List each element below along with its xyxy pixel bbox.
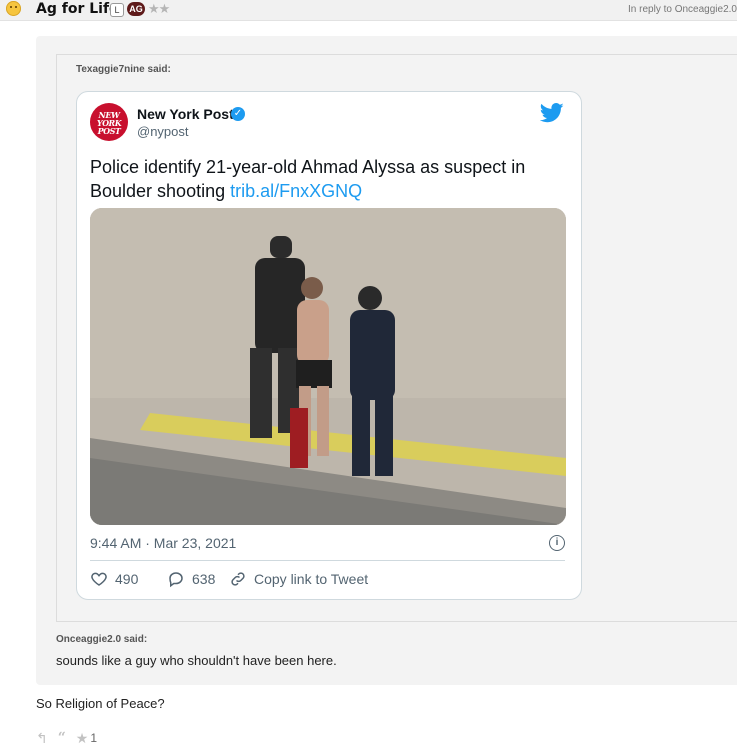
tweet-handle[interactable]: @nypost [137, 124, 189, 139]
photo-scene [90, 208, 566, 525]
quote-icon[interactable]: “ [58, 730, 66, 746]
post-like-count: 1 [90, 731, 98, 745]
reply-count: 638 [192, 571, 216, 587]
inner-quote-author[interactable]: Onceaggie2.0 said: [56, 634, 147, 645]
outer-quote-author[interactable]: Texaggie7nine said: [76, 64, 171, 75]
verified-badge-icon: ✓ [231, 107, 245, 121]
link-icon [231, 572, 245, 586]
copy-link-action[interactable]: Copy link to Tweet [229, 570, 368, 588]
badge-l: L [110, 3, 124, 17]
in-reply-to-link[interactable]: In reply to Onceaggie2.0 [628, 4, 737, 15]
post-header: Ag for Life L AG ★★ In reply to Onceaggi… [0, 0, 737, 21]
logo-text: NEW YORK POST [96, 110, 122, 136]
star-icon[interactable]: ★ [76, 730, 89, 747]
post-body-text: So Religion of Peace? [36, 696, 165, 711]
post-actions: ↰ “ ★ 1 [36, 730, 98, 747]
info-icon[interactable]: i [549, 535, 565, 551]
nypost-logo-icon[interactable]: NEW YORK POST [90, 103, 128, 141]
like-action[interactable]: 490 [90, 570, 138, 588]
tweet-account-name[interactable]: New York Post [137, 106, 234, 122]
avatar-emoji-icon[interactable] [6, 1, 21, 16]
reply-bubble-icon [169, 572, 183, 588]
tweet-divider [90, 560, 565, 561]
tweet-photo[interactable] [90, 208, 566, 525]
badge-ag: AG [127, 2, 145, 16]
like-count: 490 [115, 571, 139, 587]
twitter-bird-icon[interactable] [540, 103, 564, 123]
username-link[interactable]: Ag for Life [36, 1, 119, 17]
reply-action[interactable]: 638 [167, 570, 215, 588]
heart-icon [91, 572, 107, 586]
tweet-timestamp[interactable]: 9:44 AM · Mar 23, 2021 [90, 535, 236, 551]
copy-link-label: Copy link to Tweet [254, 571, 369, 587]
reply-icon[interactable]: ↰ [36, 730, 48, 747]
tweet-text: Police identify 21-year-old Ahmad Alyssa… [90, 155, 560, 203]
rating-stars-icon: ★★ [148, 1, 170, 16]
inner-quote-text: sounds like a guy who shouldn't have bee… [56, 653, 337, 668]
tweet-link[interactable]: trib.al/FnxXGNQ [230, 181, 362, 201]
